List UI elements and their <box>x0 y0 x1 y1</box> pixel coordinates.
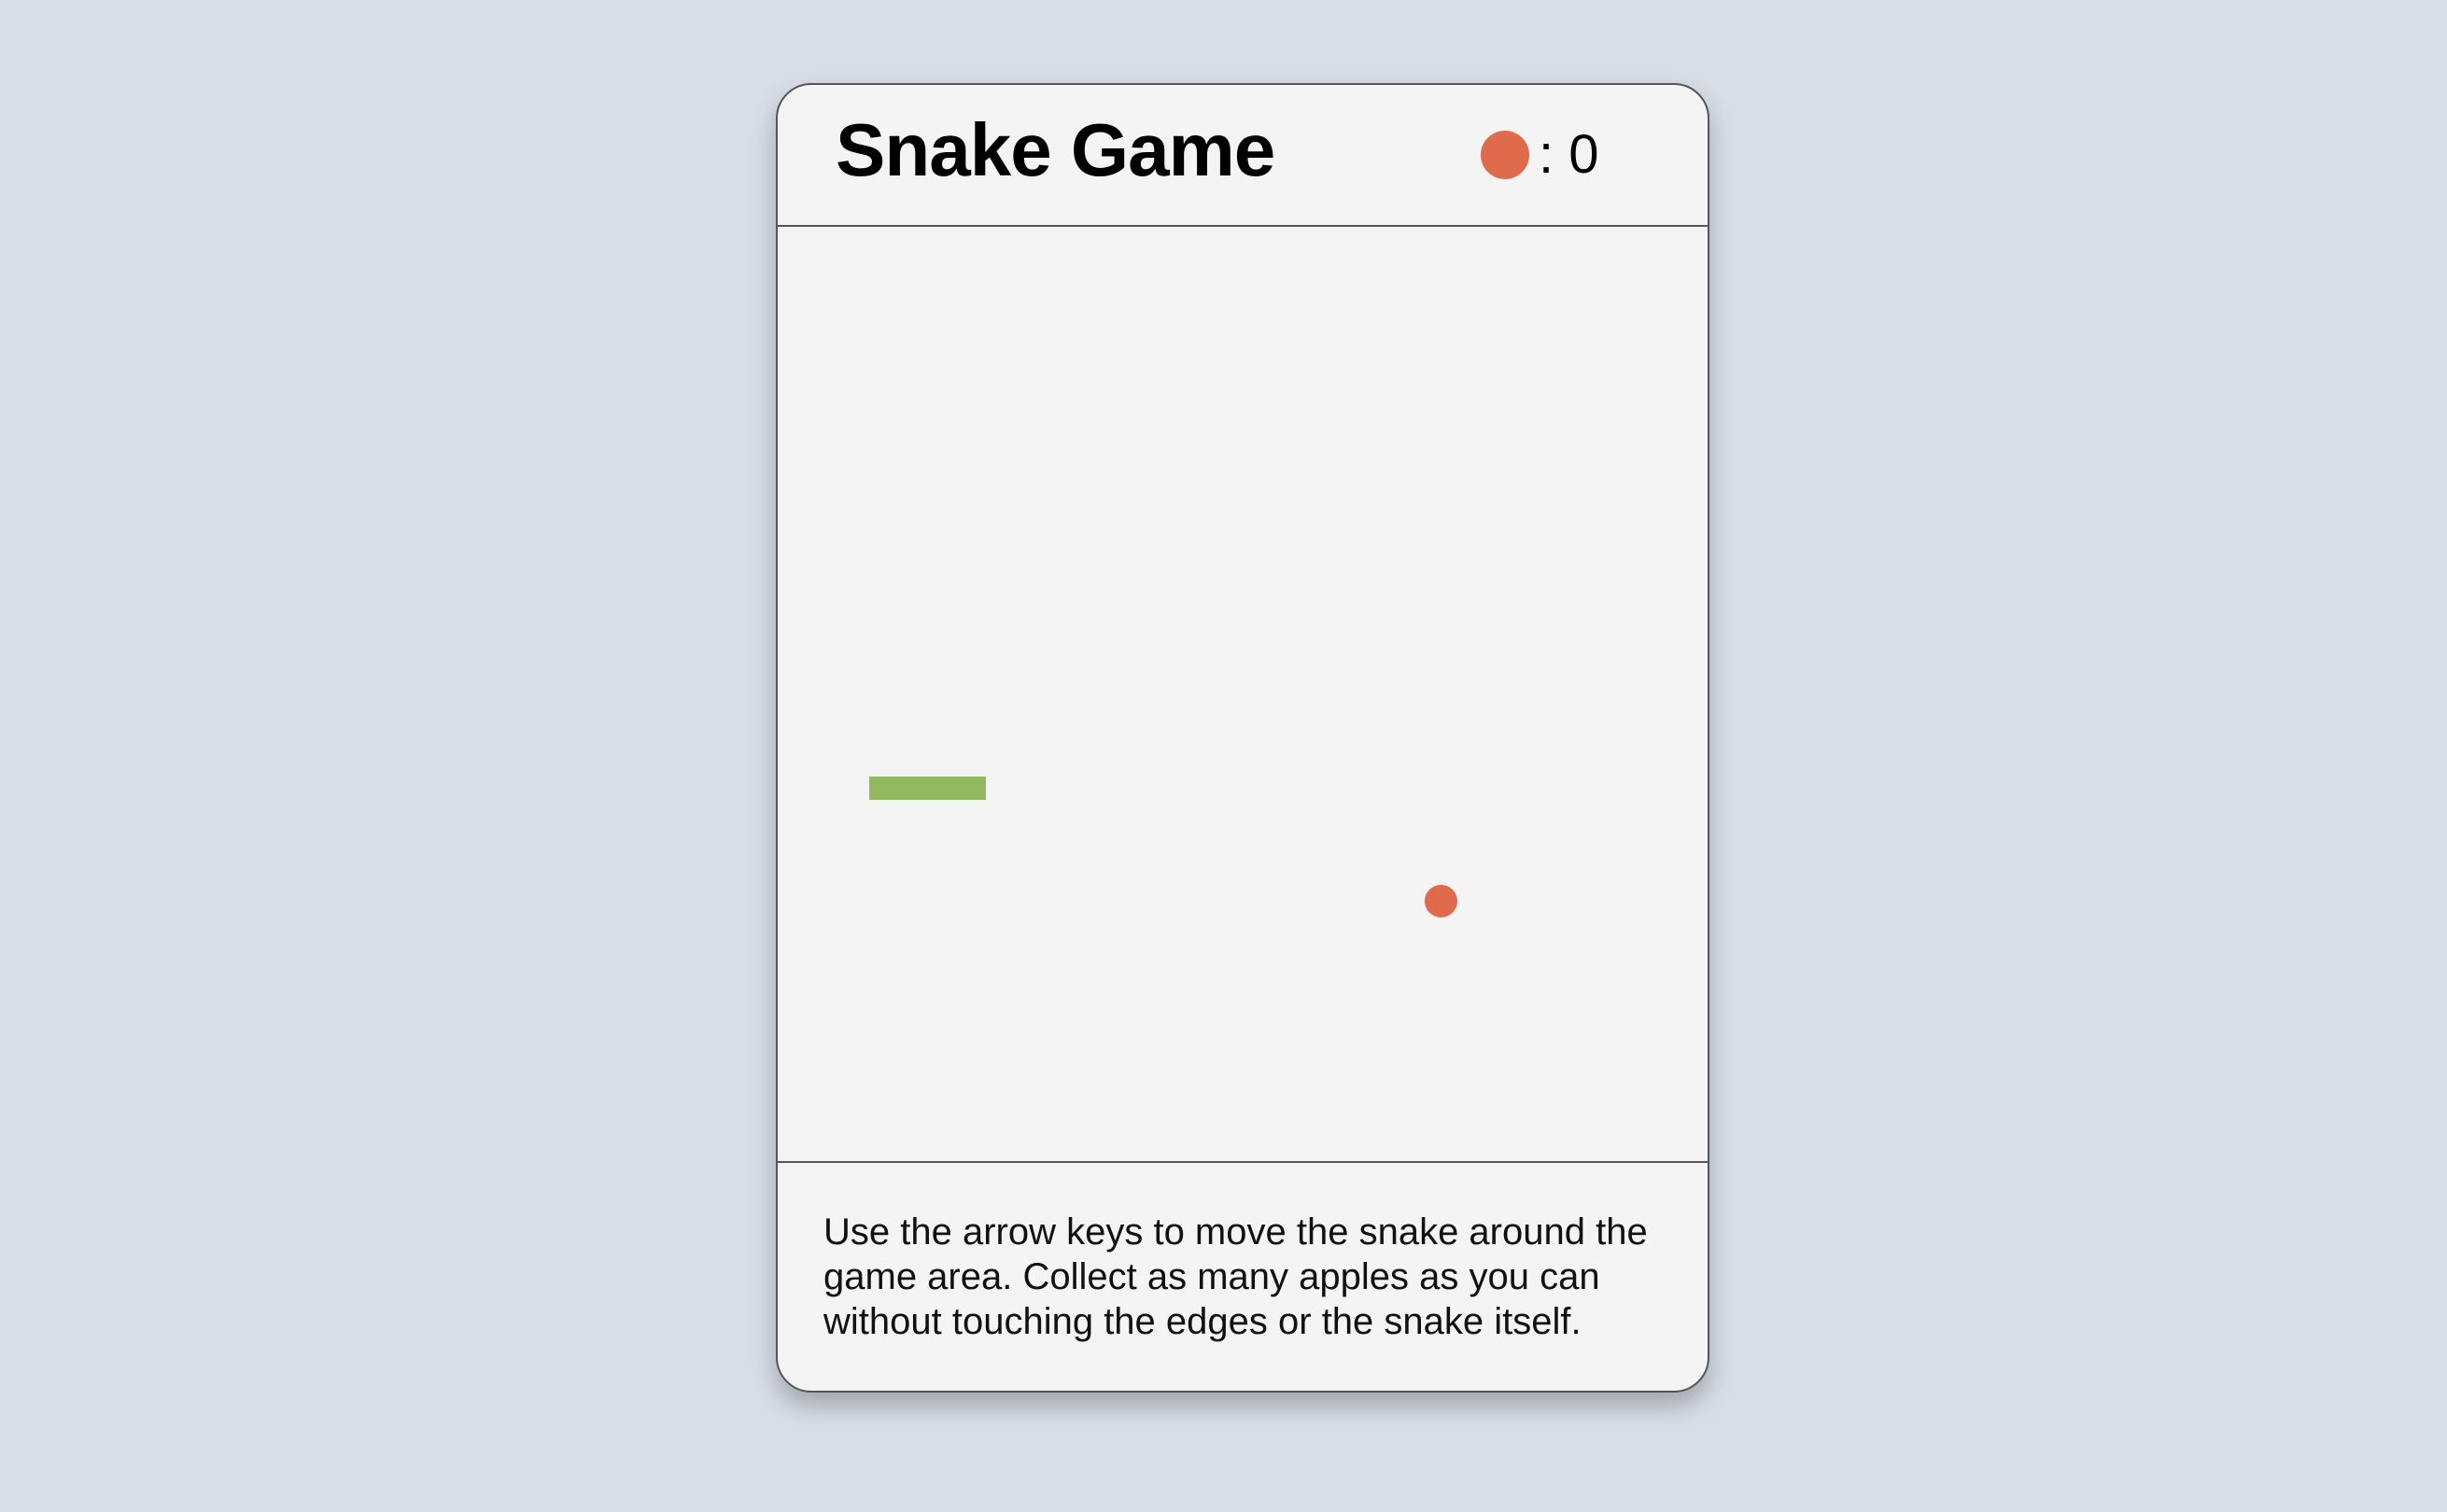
game-card: Snake Game : 0 Use the arrow keys to mov… <box>776 83 1709 1393</box>
game-title: Snake Game <box>836 108 1275 191</box>
score-display: : 0 <box>1481 127 1599 183</box>
apple <box>1425 885 1457 917</box>
score-value: : 0 <box>1539 128 1599 182</box>
score-separator: : <box>1539 124 1554 185</box>
score-number: 0 <box>1568 124 1599 185</box>
game-instructions: Use the arrow keys to move the snake aro… <box>823 1211 1648 1342</box>
apple-icon <box>1481 131 1529 179</box>
game-board[interactable] <box>778 227 1708 1163</box>
game-header: Snake Game : 0 <box>778 85 1708 227</box>
snake-body <box>869 777 986 800</box>
